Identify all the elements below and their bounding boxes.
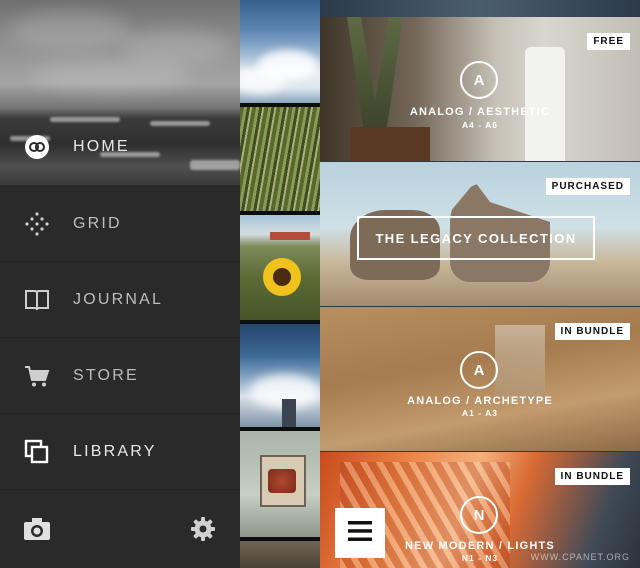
- photo-thumbnail-sky[interactable]: [240, 0, 320, 103]
- library-icon: [24, 439, 50, 465]
- badge-free: FREE: [587, 33, 630, 50]
- watermark: WWW.CPANET.ORG: [530, 552, 630, 562]
- emblem-new-modern: N: [460, 496, 498, 534]
- photo-thumbnail-poster[interactable]: [240, 431, 320, 537]
- card-photo-bottle: [350, 127, 430, 161]
- photo-thumbnail-clouds[interactable]: [240, 324, 320, 427]
- menu-bottom-bar: [0, 492, 240, 568]
- store-panel: FREE A ANALOG / AESTHETIC A4 - A6 PURCHA…: [320, 0, 640, 568]
- emblem-analog: A: [460, 351, 498, 389]
- card-photo-shirt: [525, 47, 565, 161]
- menu-item-store[interactable]: STORE: [0, 338, 240, 414]
- card-title: ANALOG / AESTHETIC: [409, 106, 551, 118]
- card-photo-mirror: [495, 325, 545, 400]
- book-icon: [24, 287, 50, 313]
- side-menu: HOME GRID JOURNAL STORE LIBRARY: [0, 0, 240, 568]
- photo-thumbnail-sunflower[interactable]: [240, 215, 320, 320]
- cart-icon: [24, 363, 50, 389]
- photo-thumbnail-reeds[interactable]: [240, 107, 320, 211]
- emblem-analog: A: [460, 61, 498, 99]
- vsco-logo-icon: [24, 134, 50, 160]
- badge-in-bundle: IN BUNDLE: [554, 468, 630, 485]
- menu-item-grid[interactable]: GRID: [0, 186, 240, 262]
- grid-dots-icon: [24, 211, 50, 237]
- badge-purchased: PURCHASED: [545, 178, 630, 195]
- card-title: ANALOG / ARCHETYPE: [407, 395, 553, 407]
- menu-label-home: HOME: [73, 138, 130, 155]
- gear-icon[interactable]: [191, 517, 215, 541]
- menu-label-store: STORE: [73, 366, 139, 384]
- photo-thumbnail-ground[interactable]: [240, 541, 320, 568]
- menu-item-library[interactable]: LIBRARY: [0, 414, 240, 490]
- card-title: THE LEGACY COLLECTION: [357, 216, 595, 260]
- card-subtitle: A4 - A6: [462, 120, 498, 130]
- store-card-analog-aesthetic[interactable]: FREE A ANALOG / AESTHETIC A4 - A6: [320, 17, 640, 161]
- store-card-legacy-collection[interactable]: PURCHASED THE LEGACY COLLECTION: [320, 162, 640, 306]
- camera-icon[interactable]: [23, 517, 51, 541]
- menu-item-home[interactable]: HOME: [0, 108, 240, 186]
- card-subtitle: A1 - A3: [462, 408, 498, 418]
- menu-item-journal[interactable]: JOURNAL: [0, 262, 240, 338]
- photo-strip: [240, 0, 320, 568]
- menu-toggle-button[interactable]: [335, 508, 385, 558]
- menu-label-journal: JOURNAL: [73, 290, 164, 308]
- store-card-analog-archetype[interactable]: IN BUNDLE A ANALOG / ARCHETYPE A1 - A3: [320, 307, 640, 451]
- card-photo-plants: [347, 17, 403, 137]
- app-screen: HOME GRID JOURNAL STORE LIBRARY FREE A A…: [0, 0, 640, 568]
- badge-in-bundle: IN BUNDLE: [554, 323, 630, 340]
- menu-label-grid: GRID: [73, 214, 122, 232]
- menu-label-library: LIBRARY: [73, 442, 157, 460]
- hamburger-menu-icon: [348, 520, 372, 546]
